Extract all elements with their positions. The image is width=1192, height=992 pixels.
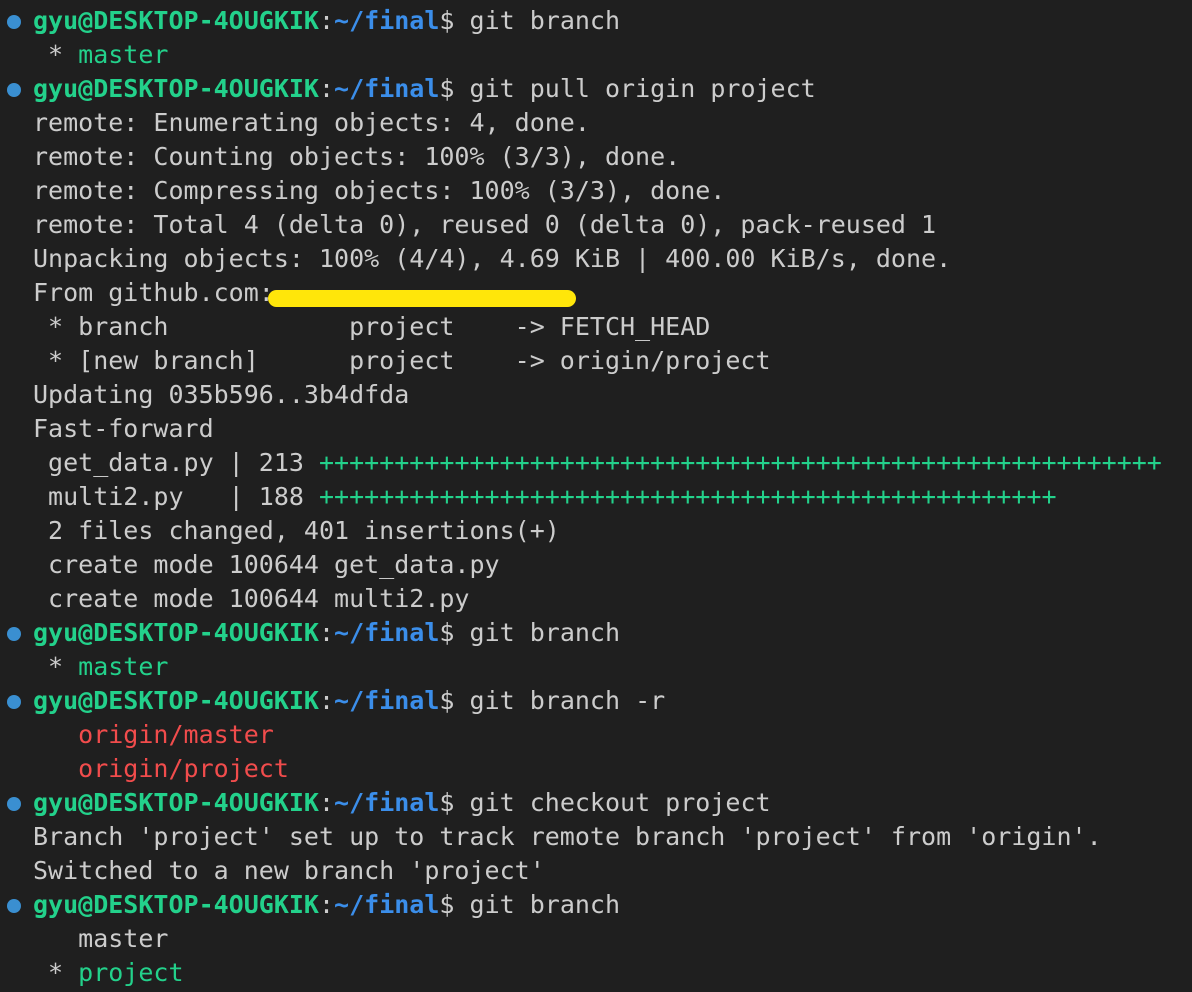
prompt-line: gyu@DESKTOP-4OUGKIK:~/final$ git branch xyxy=(0,4,1192,38)
output-text: * [new branch] project -> origin/project xyxy=(33,346,771,375)
prompt-dollar: $ xyxy=(439,6,455,35)
prompt-line: gyu@DESKTOP-4OUGKIK:~/final$ git pull or… xyxy=(0,72,1192,106)
remote-branch-name: origin/master xyxy=(78,720,274,749)
output-line: remote: Total 4 (delta 0), reused 0 (del… xyxy=(0,208,1192,242)
prompt-colon: : xyxy=(318,618,335,647)
prompt-path: ~/final xyxy=(334,6,440,35)
prompt-user-host: gyu@DESKTOP-4OUGKIK xyxy=(33,686,319,715)
prompt-dollar: $ xyxy=(439,618,455,647)
prompt-path: ~/final xyxy=(334,788,440,817)
output-text: remote: Counting objects: 100% (3/3), do… xyxy=(33,142,681,171)
branch-indent xyxy=(33,720,78,749)
diffstat-bar: ++++++++++++++++++++++++++++++++++++++++… xyxy=(318,482,1057,511)
prompt-path: ~/final xyxy=(334,618,440,647)
output-line: Switched to a new branch 'project' xyxy=(0,854,1192,888)
prompt-user-host: gyu@DESKTOP-4OUGKIK xyxy=(33,74,319,103)
command-text: git branch xyxy=(454,890,621,919)
output-text: From github.com: xyxy=(33,278,274,307)
output-line: Fast-forward xyxy=(0,412,1192,446)
output-text: remote: Total 4 (delta 0), reused 0 (del… xyxy=(33,210,937,239)
branch-line: * project xyxy=(0,956,1192,990)
prompt-user-host: gyu@DESKTOP-4OUGKIK xyxy=(33,788,319,817)
remote-branch-name: origin/project xyxy=(78,754,289,783)
prompt-dollar: $ xyxy=(439,686,455,715)
prompt-colon: : xyxy=(318,74,335,103)
prompt-colon: : xyxy=(318,890,335,919)
branch-line: * master xyxy=(0,38,1192,72)
redaction-mark xyxy=(268,290,576,307)
command-text: git branch -r xyxy=(454,686,666,715)
command-decoration-icon[interactable] xyxy=(7,695,21,709)
branch-indent xyxy=(33,754,78,783)
output-text: Switched to a new branch 'project' xyxy=(33,856,545,885)
output-text: create mode 100644 multi2.py xyxy=(33,584,470,613)
prompt-dollar: $ xyxy=(439,788,455,817)
command-decoration-icon[interactable] xyxy=(7,899,21,913)
branch-line: * master xyxy=(0,650,1192,684)
terminal-output[interactable]: gyu@DESKTOP-4OUGKIK:~/final$ git branch … xyxy=(0,0,1192,992)
output-line: * [new branch] project -> origin/project xyxy=(0,344,1192,378)
prompt-dollar: $ xyxy=(439,890,455,919)
output-text: Fast-forward xyxy=(33,414,214,443)
command-decoration-icon[interactable] xyxy=(7,797,21,811)
branch-marker: * xyxy=(33,958,79,987)
output-line: remote: Compressing objects: 100% (3/3),… xyxy=(0,174,1192,208)
prompt-line: gyu@DESKTOP-4OUGKIK:~/final$ git checkou… xyxy=(0,786,1192,820)
prompt-colon: : xyxy=(318,6,335,35)
diffstat-file: get_data.py | 213 xyxy=(33,448,319,477)
output-text: 2 files changed, 401 insertions(+) xyxy=(33,516,560,545)
prompt-dollar: $ xyxy=(439,74,455,103)
output-text: remote: Enumerating objects: 4, done. xyxy=(33,108,590,137)
prompt-user-host: gyu@DESKTOP-4OUGKIK xyxy=(33,6,319,35)
output-line: remote: Enumerating objects: 4, done. xyxy=(0,106,1192,140)
command-text: git checkout project xyxy=(454,788,771,817)
branch-marker: * xyxy=(33,40,79,69)
diffstat-bar: ++++++++++++++++++++++++++++++++++++++++… xyxy=(318,448,1162,477)
output-text: Updating 035b596..3b4dfda xyxy=(33,380,410,409)
command-decoration-icon[interactable] xyxy=(7,15,21,29)
output-text: Branch 'project' set up to track remote … xyxy=(33,822,1102,851)
output-text: remote: Compressing objects: 100% (3/3),… xyxy=(33,176,726,205)
prompt-user-host: gyu@DESKTOP-4OUGKIK xyxy=(33,618,319,647)
remote-branch-line: origin/master xyxy=(0,718,1192,752)
current-branch-name: master xyxy=(78,652,169,681)
prompt-path: ~/final xyxy=(334,890,440,919)
output-text: master xyxy=(33,924,169,953)
output-text: create mode 100644 get_data.py xyxy=(33,550,500,579)
output-line: Unpacking objects: 100% (4/4), 4.69 KiB … xyxy=(0,242,1192,276)
command-decoration-icon[interactable] xyxy=(7,627,21,641)
command-decoration-icon[interactable] xyxy=(7,83,21,97)
output-line: Updating 035b596..3b4dfda xyxy=(0,378,1192,412)
branch-marker: * xyxy=(33,652,79,681)
current-branch-name: project xyxy=(78,958,184,987)
prompt-colon: : xyxy=(318,788,335,817)
prompt-line: gyu@DESKTOP-4OUGKIK:~/final$ git branch xyxy=(0,616,1192,650)
command-text: git branch xyxy=(454,6,621,35)
output-line: remote: Counting objects: 100% (3/3), do… xyxy=(0,140,1192,174)
prompt-user-host: gyu@DESKTOP-4OUGKIK xyxy=(33,890,319,919)
output-line: 2 files changed, 401 insertions(+) xyxy=(0,514,1192,548)
current-branch-name: master xyxy=(78,40,169,69)
diffstat-line: multi2.py | 188 ++++++++++++++++++++++++… xyxy=(0,480,1192,514)
output-line: Branch 'project' set up to track remote … xyxy=(0,820,1192,854)
output-line: master xyxy=(0,922,1192,956)
command-text: git branch xyxy=(454,618,621,647)
output-line: create mode 100644 get_data.py xyxy=(0,548,1192,582)
output-line: * branch project -> FETCH_HEAD xyxy=(0,310,1192,344)
diffstat-line: get_data.py | 213 ++++++++++++++++++++++… xyxy=(0,446,1192,480)
prompt-path: ~/final xyxy=(334,686,440,715)
prompt-line: gyu@DESKTOP-4OUGKIK:~/final$ git branch … xyxy=(0,684,1192,718)
output-line: create mode 100644 multi2.py xyxy=(0,582,1192,616)
output-line-redacted: From github.com: xyxy=(0,276,1192,310)
output-text: Unpacking objects: 100% (4/4), 4.69 KiB … xyxy=(33,244,952,273)
prompt-line: gyu@DESKTOP-4OUGKIK:~/final$ git branch xyxy=(0,888,1192,922)
diffstat-file: multi2.py | 188 xyxy=(33,482,319,511)
command-text: git pull origin project xyxy=(454,74,816,103)
prompt-path: ~/final xyxy=(334,74,440,103)
remote-branch-line: origin/project xyxy=(0,752,1192,786)
output-text: * branch project -> FETCH_HEAD xyxy=(33,312,711,341)
prompt-colon: : xyxy=(318,686,335,715)
